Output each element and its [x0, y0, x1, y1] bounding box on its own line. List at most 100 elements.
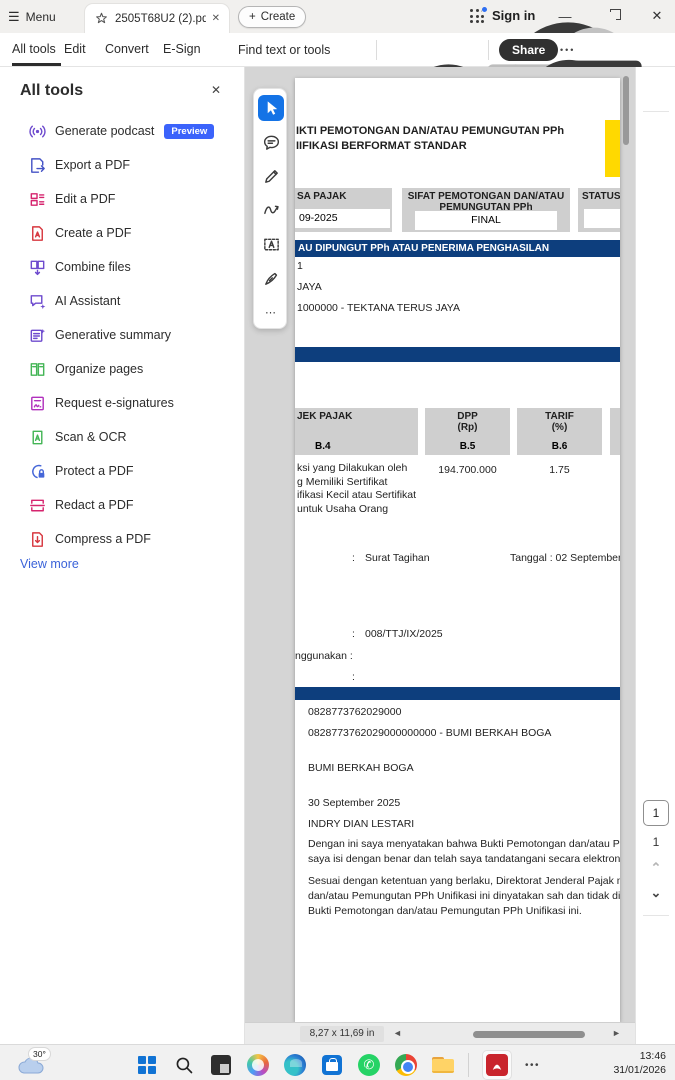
draw-tool-button[interactable] — [258, 197, 284, 223]
tab-close-icon[interactable]: ✕ — [212, 13, 220, 24]
page-thumbnails-button[interactable] — [646, 190, 666, 210]
tool-combine-files[interactable]: Combine files — [0, 250, 245, 284]
tool-edit-pdf[interactable]: Edit a PDF — [0, 182, 245, 216]
upload-cloud-button[interactable] — [422, 40, 442, 60]
file-explorer-button[interactable] — [431, 1053, 455, 1077]
taskbar-clock[interactable]: 13:46 31/01/2026 — [613, 1049, 666, 1077]
apps-button[interactable] — [470, 6, 489, 28]
share-button[interactable]: Share — [499, 39, 559, 61]
c-nitku: 0828773762029000000000 - BUMI BERKAH BOG… — [308, 727, 552, 739]
section-a-band: AU DIPUNGUT PPh ATAU PENERIMA PENGHASILA… — [295, 240, 620, 257]
section-b-band — [295, 347, 620, 362]
tool-export-pdf[interactable]: Export a PDF — [0, 148, 245, 182]
tab-all-tools[interactable]: All tools — [12, 42, 56, 56]
text-select-tool-button[interactable] — [258, 231, 284, 257]
view-more-link[interactable]: View more — [20, 557, 79, 571]
next-page-button[interactable]: ⌄ — [636, 885, 675, 901]
tool-generate-podcast[interactable]: Generate podcast Preview — [0, 114, 245, 148]
store-icon — [322, 1055, 342, 1075]
document-tab[interactable]: 2505T68U2 (2).pdf ✕ — [84, 3, 230, 33]
acrobat-button[interactable] — [482, 1050, 512, 1080]
waffle-icon — [470, 6, 488, 24]
search-button[interactable] — [306, 40, 326, 60]
esignature-icon — [28, 394, 47, 413]
objek-line: untuk Usaha Orang — [297, 503, 389, 515]
select-tool-button[interactable] — [258, 95, 284, 121]
whatsapp-icon: ✆ — [358, 1054, 380, 1076]
save-button[interactable] — [388, 40, 408, 60]
tool-create-pdf[interactable]: Create a PDF — [0, 216, 245, 250]
rotate-page-button[interactable] — [646, 925, 666, 945]
statement-line: saya isi dengan benar dan telah saya tan… — [308, 853, 620, 865]
close-button[interactable]: ✕ — [644, 5, 670, 27]
zoom-out-button[interactable] — [646, 1019, 666, 1039]
more-options-button[interactable]: ••• — [560, 45, 575, 55]
star-icon[interactable] — [94, 11, 109, 26]
sifat-cell: SIFAT PEMOTONGAN DAN/ATAU PEMUNGUTAN PPh… — [402, 188, 570, 232]
panel-close-icon[interactable]: ✕ — [211, 83, 221, 97]
ai-assistant-button[interactable] — [342, 40, 362, 60]
notifications-button[interactable] — [444, 7, 463, 26]
copilot-icon — [247, 1054, 269, 1076]
scroll-right-arrow[interactable]: ► — [612, 1028, 621, 1038]
print-button[interactable] — [456, 40, 476, 60]
previous-page-button[interactable]: ⌃ — [636, 860, 675, 876]
tool-generative-summary[interactable]: Generative summary — [0, 318, 245, 352]
search-icon — [173, 1054, 195, 1076]
horizontal-scrollbar-thumb[interactable] — [473, 1031, 585, 1038]
vertical-scrollbar-thumb[interactable] — [623, 76, 629, 145]
edge-button[interactable] — [283, 1053, 307, 1077]
tab-convert[interactable]: Convert — [105, 42, 149, 56]
copilot-button[interactable] — [246, 1053, 270, 1077]
tab-esign[interactable]: E-Sign — [163, 42, 201, 56]
minimize-button[interactable]: — — [552, 5, 578, 27]
comment-tool-button[interactable] — [258, 129, 284, 155]
generative-summary-button[interactable] — [646, 80, 666, 100]
bookmarks-panel-button[interactable] — [646, 155, 666, 175]
start-button[interactable] — [135, 1053, 159, 1077]
restore-button[interactable] — [598, 5, 624, 27]
tool-protect-pdf[interactable]: Protect a PDF — [0, 454, 245, 488]
task-view-button[interactable] — [209, 1053, 233, 1077]
sign-in-button[interactable]: Sign in — [492, 8, 535, 23]
page-number-input[interactable]: 1 — [643, 800, 669, 826]
panel-title: All tools — [20, 82, 84, 99]
microsoft-store-button[interactable] — [320, 1053, 344, 1077]
fill-sign-tool-button[interactable] — [258, 265, 284, 291]
page-view-button[interactable] — [646, 957, 666, 977]
doc-type-value: Surat Tagihan — [365, 552, 430, 564]
tool-compress-pdf[interactable]: Compress a PDF — [0, 522, 245, 556]
rail-divider — [643, 915, 669, 916]
taskbar: 30° ✆ ••• 13:46 31/01/2026 — [0, 1044, 675, 1080]
comments-panel-button[interactable] — [646, 120, 666, 140]
tool-redact-pdf[interactable]: Redact a PDF — [0, 488, 245, 522]
podcast-icon — [28, 122, 47, 141]
statement-line: Sesuai dengan ketentuan yang berlaku, Di… — [308, 875, 620, 887]
chrome-button[interactable] — [394, 1053, 418, 1077]
taskbar-search-button[interactable] — [172, 1053, 196, 1077]
weather-widget[interactable]: 30° — [10, 1047, 76, 1079]
tool-scan-ocr[interactable]: Scan & OCR — [0, 420, 245, 454]
taskbar-overflow-button[interactable]: ••• — [525, 1060, 540, 1071]
highlight-tool-button[interactable] — [258, 163, 284, 189]
create-button[interactable]: + Create — [238, 6, 307, 28]
tool-request-esignatures[interactable]: Request e-signatures — [0, 386, 245, 420]
vertical-scrollbar[interactable] — [623, 67, 630, 1022]
scroll-left-arrow[interactable]: ◄ — [393, 1028, 402, 1038]
pencil-icon — [262, 167, 281, 186]
menu-button[interactable]: ☰ Menu — [8, 6, 56, 27]
home-button[interactable] — [60, 7, 80, 27]
tool-ai-assistant[interactable]: AI Assistant — [0, 284, 245, 318]
status-value — [584, 209, 620, 228]
row-npwp: 1000000 - TEKTANA TERUS JAYA — [297, 302, 461, 314]
notification-dot — [481, 6, 488, 13]
more-tools-button[interactable]: ⋯ — [258, 299, 284, 325]
tool-organize-pages[interactable]: Organize pages — [0, 352, 245, 386]
help-button[interactable] — [418, 7, 437, 26]
whatsapp-button[interactable]: ✆ — [357, 1053, 381, 1077]
rail-divider — [643, 111, 669, 112]
zoom-in-button[interactable] — [646, 989, 666, 1009]
toolbar-divider — [488, 40, 489, 60]
comment-icon — [262, 133, 281, 152]
tab-edit[interactable]: Edit — [64, 42, 86, 56]
